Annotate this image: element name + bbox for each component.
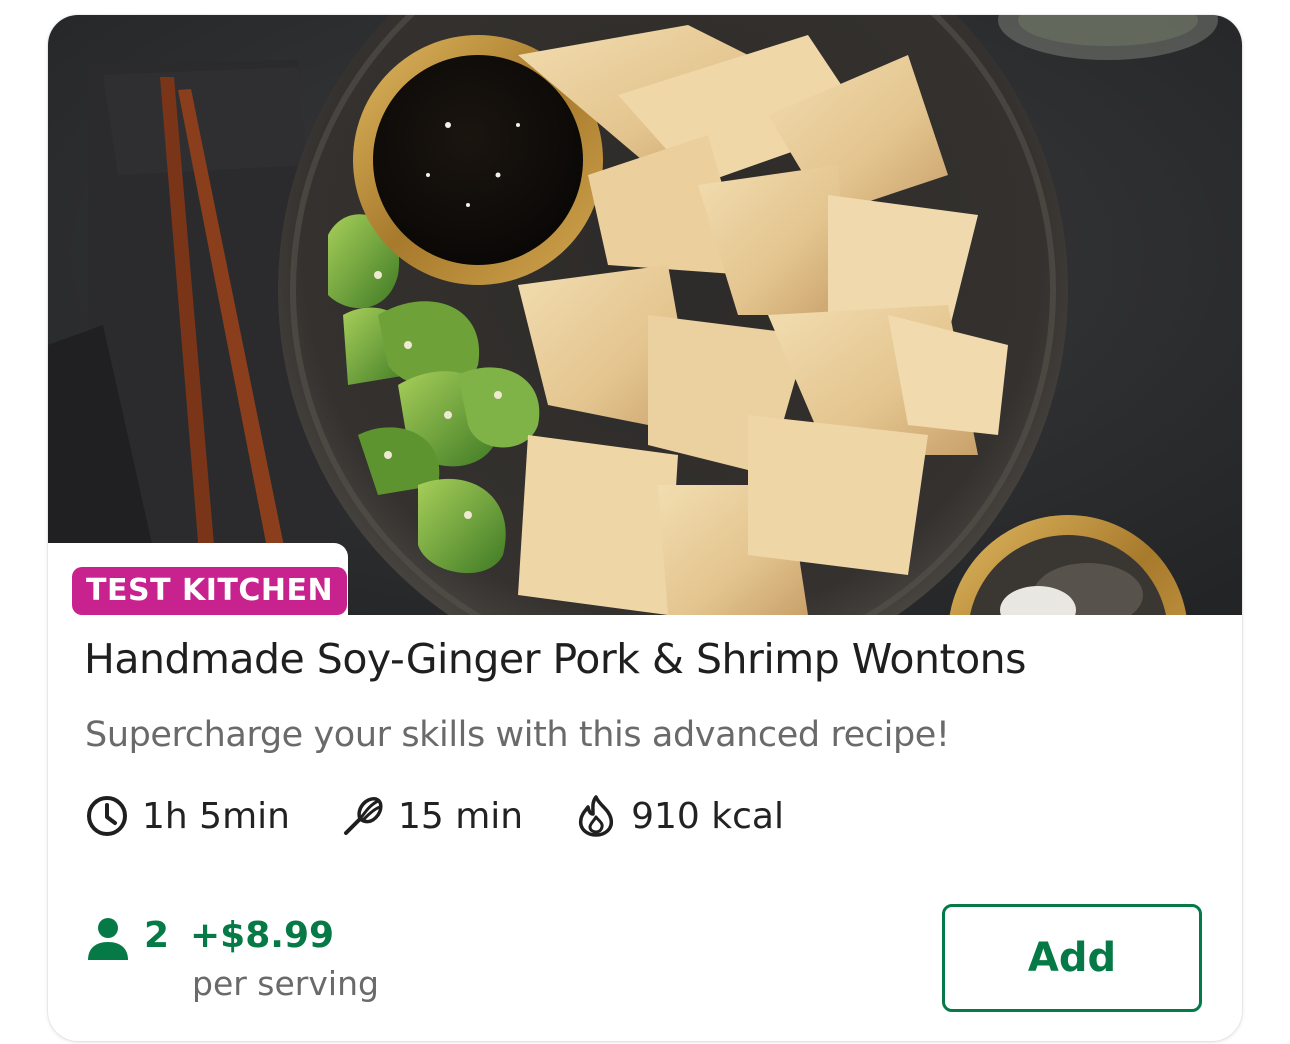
whisk-icon [343, 797, 383, 835]
prep-time: 15 min [340, 793, 523, 839]
calories-value: 910 kcal [631, 795, 784, 837]
recipe-image[interactable] [48, 15, 1242, 615]
recipe-card[interactable]: TEST KITCHEN Handmade Soy-Ginger Pork & … [48, 15, 1242, 1041]
prep-time-value: 15 min [397, 795, 524, 837]
clock-icon [87, 796, 127, 836]
flame-icon [579, 795, 614, 837]
pricing: 2 +$8.99 per serving [86, 910, 446, 1020]
recipe-meta: 1h 5min 15 min 910 kcal [84, 790, 834, 842]
price-unit: per serving [192, 964, 379, 1003]
total-time-value: 1h 5min [142, 795, 290, 837]
badge-container: TEST KITCHEN [48, 543, 348, 623]
calories: 910 kcal [573, 793, 784, 839]
add-button[interactable]: Add [942, 904, 1202, 1012]
person-icon [88, 918, 128, 960]
price-value: +$8.99 [190, 915, 335, 956]
servings-count: 2 [144, 915, 170, 956]
test-kitchen-badge: TEST KITCHEN [72, 567, 348, 615]
recipe-subtitle: Supercharge your skills with this advanc… [85, 715, 950, 755]
recipe-title[interactable]: Handmade Soy-Ginger Pork & Shrimp Wonton… [84, 635, 1027, 683]
total-time: 1h 5min [84, 793, 290, 839]
